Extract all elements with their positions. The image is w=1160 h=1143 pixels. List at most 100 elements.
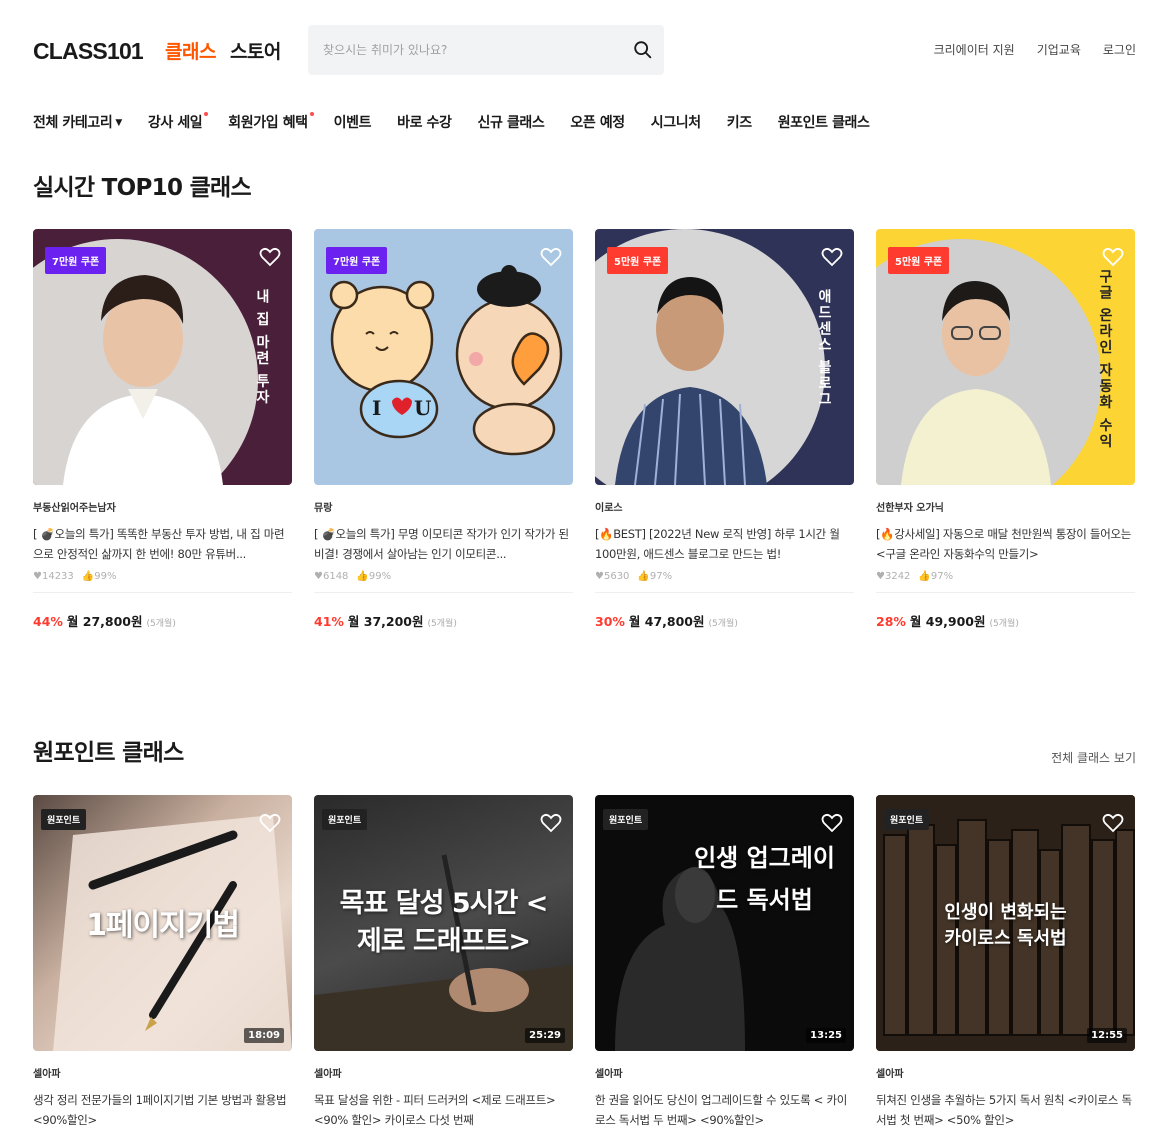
video-duration: 18:09 — [244, 1028, 284, 1043]
thumbnail-overlay-text: 애드센스 블로그 — [816, 289, 832, 408]
likes-value: 6148 — [322, 571, 349, 582]
nav-store[interactable]: 스토어 — [230, 37, 281, 64]
price: 30% 월 47,800원 (5개월) — [595, 611, 854, 630]
discount: 30% — [595, 614, 625, 629]
months: (5개월) — [989, 619, 1019, 629]
search-icon[interactable] — [632, 39, 654, 61]
divider — [33, 592, 292, 593]
silhouette-photo — [615, 867, 745, 1051]
class-thumbnail[interactable]: 7만원 쿠폰 내 집 마련 투자 — [33, 229, 292, 485]
coupon-badge: 7만원 쿠폰 — [45, 247, 107, 274]
class-title[interactable]: [ 💣오늘의 특가] 똑똑한 부동산 투자 방법, 내 집 마련으로 안정적인 … — [33, 524, 292, 564]
class-stats: ♥6148 👍99% — [314, 571, 573, 582]
divider — [595, 592, 854, 593]
class-thumbnail[interactable]: 5만원 쿠폰 애드센스 블로그 — [595, 229, 854, 485]
heart-icon[interactable] — [258, 811, 282, 835]
onepoint-card[interactable]: 원포인트 인생이 변화되는 카이로스 독서법 12:55 셀아파 뒤쳐진 인생을… — [876, 795, 1135, 1130]
onepoint-badge: 원포인트 — [41, 809, 87, 830]
creator-name: 뮤랑 — [314, 503, 333, 514]
class-thumbnail[interactable]: I U 7만원 쿠폰 — [314, 229, 573, 485]
class-title[interactable]: [🔥강사세일] 자동으로 매달 천만원씩 통장이 들어오는 <구글 온라인 자동… — [876, 524, 1135, 564]
thumbnail-overlay-text: 인생 업그레이드 독서법 — [694, 844, 835, 914]
top-header: CLASS101 클래스 스토어 크리에이터 지원 기업교육 로그인 — [33, 22, 1136, 76]
heart-icon[interactable] — [539, 811, 563, 835]
cat-new[interactable]: 신규 클래스 — [478, 112, 545, 132]
cat-kids[interactable]: 키즈 — [727, 112, 752, 132]
heart-icon[interactable] — [1101, 811, 1125, 835]
discount: 28% — [876, 614, 906, 629]
class-title[interactable]: [ 💣오늘의 특가] 무명 이모티콘 작가가 인기 작가가 된 비결! 경쟁에서… — [314, 524, 573, 564]
category-nav: 전체 카테고리 ▼ 강사 세일 회원가입 혜택 이벤트 바로 수강 신규 클래스 … — [33, 112, 896, 132]
heart-icon[interactable] — [820, 245, 844, 269]
likes-count: ♥14233 — [33, 571, 74, 582]
all-categories-dropdown[interactable]: 전체 카테고리 ▼ — [33, 112, 122, 132]
creator-name: 부동산읽어주는남자 — [33, 503, 116, 514]
video-duration: 25:29 — [525, 1028, 565, 1043]
price: 28% 월 49,900원 (5개월) — [876, 611, 1135, 630]
class-stats: ♥14233 👍99% — [33, 571, 292, 582]
class-card[interactable]: I U 7만원 쿠폰 뮤랑 [ 💣오늘의 특가] 무명 이모티콘 작가가 인기 … — [314, 229, 573, 630]
cat-onepoint[interactable]: 원포인트 클래스 — [778, 112, 870, 132]
rating: 👍97% — [637, 571, 673, 582]
thumbnail-overlay-text: 구글 온라인 자동화 수익 — [1097, 269, 1113, 450]
search-input[interactable] — [308, 25, 608, 75]
cat-instant[interactable]: 바로 수강 — [397, 112, 452, 132]
class-title[interactable]: 목표 달성을 위한 - 피터 드러커의 <제로 드래프트> <90% 할인> 카… — [314, 1090, 573, 1130]
class-thumbnail[interactable]: 원포인트 목표 달성 5시간 <제로 드래프트> 25:29 — [314, 795, 573, 1051]
likes-value: 3242 — [884, 571, 911, 582]
search-box — [308, 25, 664, 75]
months: (5개월) — [427, 619, 457, 629]
heart-icon[interactable] — [258, 245, 282, 269]
coupon-badge: 5만원 쿠폰 — [888, 247, 950, 274]
class-card[interactable]: 5만원 쿠폰 구글 온라인 자동화 수익 선한부자 오가닉 [🔥강사세일] 자동… — [876, 229, 1135, 630]
cat-signature[interactable]: 시그니처 — [651, 112, 701, 132]
class-title[interactable]: 생각 정리 전문가들의 1페이지기법 기본 방법과 활용법 <90%할인> — [33, 1090, 292, 1130]
login-link[interactable]: 로그인 — [1103, 41, 1136, 58]
cat-event[interactable]: 이벤트 — [334, 112, 372, 132]
heart-icon[interactable] — [820, 811, 844, 835]
top10-title: 실시간 TOP10 클래스 — [33, 175, 252, 201]
creator-support-link[interactable]: 크리에이터 지원 — [934, 41, 1015, 58]
creator-name: 선한부자 오가닉 — [876, 503, 944, 514]
class101-logo[interactable]: CLASS101 — [33, 38, 144, 65]
monthly-price: 월 37,200원 — [347, 614, 424, 629]
creator-name: 이로스 — [595, 503, 623, 514]
corporate-link[interactable]: 기업교육 — [1037, 41, 1081, 58]
nav-class[interactable]: 클래스 — [165, 37, 216, 64]
coupon-badge: 5만원 쿠폰 — [607, 247, 669, 274]
cat-instructor-sale[interactable]: 강사 세일 — [148, 112, 209, 132]
class-card[interactable]: 5만원 쿠폰 애드센스 블로그 이로스 [🔥BEST] [2022년 New 로… — [595, 229, 854, 630]
creator-name: 셀아파 — [876, 1069, 904, 1080]
class-thumbnail[interactable]: 원포인트 인생 업그레이드 독서법 13:25 — [595, 795, 854, 1051]
video-duration: 12:55 — [1087, 1028, 1127, 1043]
class-title[interactable]: 한 권을 읽어도 당신이 업그레이드할 수 있도록 < 카이로스 독서법 두 번… — [595, 1090, 854, 1130]
onepoint-badge: 원포인트 — [884, 809, 930, 830]
creator-name: 셀아파 — [314, 1069, 342, 1080]
class-thumbnail[interactable]: 원포인트 1페이지기법 18:09 — [33, 795, 292, 1051]
months: (5개월) — [708, 619, 738, 629]
class-thumbnail[interactable]: 원포인트 인생이 변화되는 카이로스 독서법 12:55 — [876, 795, 1135, 1051]
heart-icon[interactable] — [539, 245, 563, 269]
divider — [314, 592, 573, 593]
see-all-link[interactable]: 전체 클래스 보기 — [1051, 749, 1136, 766]
class-thumbnail[interactable]: 5만원 쿠폰 구글 온라인 자동화 수익 — [876, 229, 1135, 485]
cat-upcoming[interactable]: 오픈 예정 — [570, 112, 625, 132]
class-title[interactable]: 뒤쳐진 인생을 추월하는 5가지 독서 원칙 <카이로스 독서법 첫 번째> <… — [876, 1090, 1135, 1130]
heart-icon[interactable] — [1101, 245, 1125, 269]
class-title[interactable]: [🔥BEST] [2022년 New 로직 반영] 하루 1시간 월 100만원… — [595, 524, 854, 564]
onepoint-card[interactable]: 원포인트 인생 업그레이드 독서법 13:25 셀아파 한 권을 읽어도 당신이… — [595, 795, 854, 1130]
main-nav: 클래스 스토어 — [165, 37, 281, 64]
rating: 👍97% — [918, 571, 954, 582]
creator-name: 셀아파 — [595, 1069, 623, 1080]
class-card[interactable]: 7만원 쿠폰 내 집 마련 투자 부동산읽어주는남자 [ 💣오늘의 특가] 똑똑… — [33, 229, 292, 630]
rating-value: 97% — [649, 571, 673, 582]
thumbnail-overlay-text: 내 집 마련 투자 — [254, 289, 270, 406]
all-categories-label: 전체 카테고리 — [33, 115, 113, 131]
rating: 👍99% — [81, 571, 117, 582]
onepoint-card[interactable]: 원포인트 1페이지기법 18:09 셀아파 생각 정리 전문가들의 1페이지기법… — [33, 795, 292, 1130]
cat-signup-benefit[interactable]: 회원가입 혜택 — [228, 112, 315, 132]
divider — [876, 592, 1135, 593]
onepoint-card[interactable]: 원포인트 목표 달성 5시간 <제로 드래프트> 25:29 셀아파 목표 달성… — [314, 795, 573, 1130]
rating: 👍99% — [356, 571, 392, 582]
monthly-price: 월 47,800원 — [628, 614, 705, 629]
